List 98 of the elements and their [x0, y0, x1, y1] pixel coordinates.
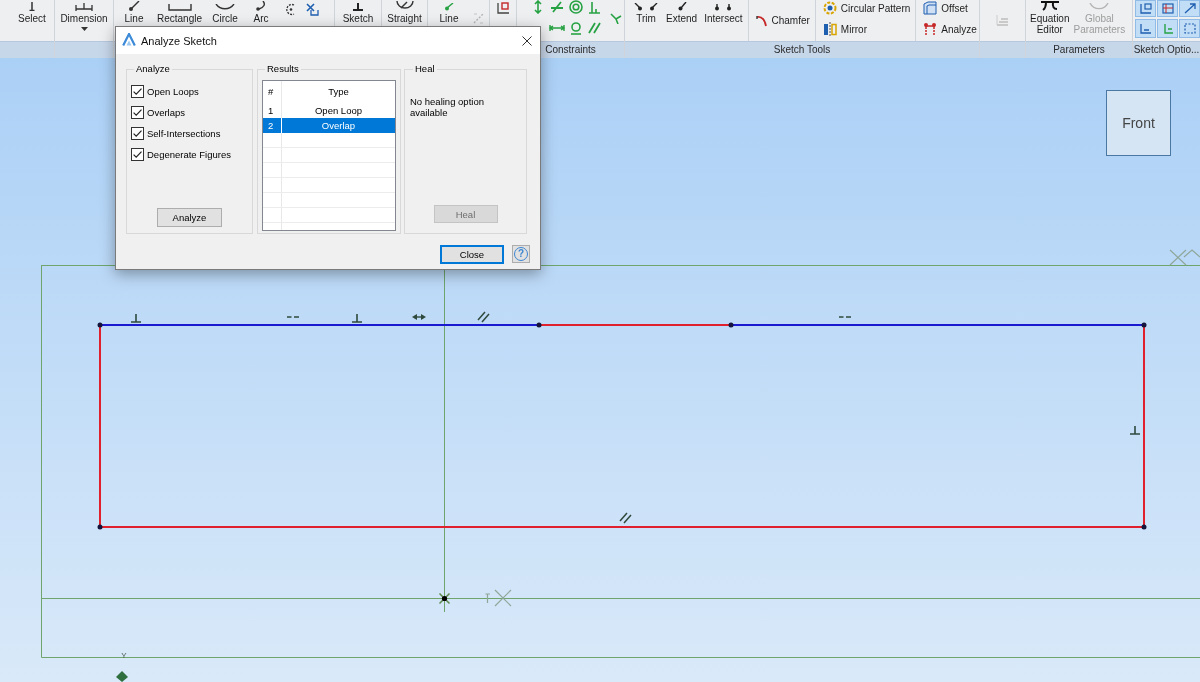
toggle-button[interactable]	[1157, 0, 1178, 17]
toggle-button[interactable]	[1135, 19, 1156, 38]
group-label: Analyze	[135, 63, 171, 75]
pins-icon	[923, 22, 938, 36]
table-cell: 2	[263, 118, 282, 133]
stem-icon	[29, 2, 35, 11]
dashes-icon[interactable]	[838, 316, 852, 318]
perpendicular-icon[interactable]	[588, 0, 601, 14]
tool-button[interactable]: Rectangle	[155, 0, 205, 24]
table-cell-text: Open Loop	[314, 104, 363, 118]
tool-button[interactable]: Extend	[664, 0, 700, 24]
corner-lines-icon	[1161, 23, 1174, 34]
tool-button[interactable]: Equation Editor	[1028, 0, 1072, 35]
sketch-profile[interactable]	[97, 322, 1147, 530]
parallel-icon[interactable]	[477, 311, 490, 323]
checkbox-label[interactable]: Open Loops	[147, 86, 199, 97]
curve-icon	[755, 14, 768, 27]
tangent-circle-icon[interactable]	[569, 21, 582, 35]
circular-pattern-icon	[822, 1, 837, 15]
crossed-bracket-icon[interactable]	[305, 3, 320, 16]
line-icon	[128, 1, 140, 11]
axis-label: Y	[121, 651, 127, 660]
tool-button[interactable]: Arc	[246, 0, 277, 24]
cross-marker-icon[interactable]	[484, 589, 512, 607]
tool-button[interactable]: Circular Pattern	[822, 0, 911, 16]
dialog-title: Analyze Sketch	[141, 34, 217, 47]
column-header: Type	[327, 85, 350, 99]
tool-button[interactable]: Intersect	[702, 0, 745, 24]
checkbox[interactable]	[131, 148, 144, 161]
tool-button[interactable]: Chamfer	[755, 12, 810, 29]
results-list[interactable]: # Type 1 Open Loop 2 Overlap	[262, 80, 396, 231]
heal-message: No healing option available	[410, 96, 485, 118]
table-row[interactable]: 2 Overlap	[263, 118, 395, 133]
dashes-icon[interactable]	[286, 316, 300, 318]
points-icon	[713, 4, 734, 11]
corner-square-icon[interactable]	[496, 2, 510, 14]
ribbon-group-label: Sketch Tools	[773, 42, 831, 57]
cross-marker-icon[interactable]	[1169, 249, 1200, 266]
line-icon	[676, 2, 687, 11]
checkbox-label[interactable]: Overlaps	[147, 107, 185, 118]
corner-square-icon	[1139, 3, 1152, 14]
checkbox[interactable]	[131, 85, 144, 98]
perpendicular-icon[interactable]	[130, 313, 142, 323]
tool-button[interactable]: Mirror	[822, 21, 911, 37]
toggle-button[interactable]	[1179, 19, 1200, 38]
double-arrow-icon[interactable]	[412, 314, 426, 320]
diagonal-arrow-icon	[1183, 3, 1196, 14]
origin-icon[interactable]	[438, 592, 451, 605]
checkbox[interactable]	[131, 106, 144, 119]
column-header: #	[263, 81, 282, 103]
tool-button[interactable]: Select	[16, 0, 48, 24]
close-dialog-button[interactable]: Close	[440, 245, 504, 264]
mirror-icon	[822, 22, 837, 36]
perpendicular-icon[interactable]	[351, 313, 363, 323]
tool-button[interactable]: Line	[119, 0, 149, 24]
analyze-button[interactable]: Analyze	[157, 208, 222, 227]
diamond-icon[interactable]	[116, 671, 128, 682]
formula-icon	[1038, 1, 1061, 11]
group-label: Heal	[414, 63, 436, 75]
tool-button[interactable]: Straight	[385, 0, 424, 24]
parallel-icon[interactable]	[619, 512, 632, 524]
arc-line-icon	[394, 1, 415, 11]
concentric-circles-icon[interactable]	[568, 0, 583, 14]
triangle-logo-icon	[122, 33, 136, 46]
offset-icon	[923, 1, 938, 15]
ribbon-group-label: Sketch Optio...	[1133, 42, 1200, 57]
toggle-button[interactable]	[1157, 19, 1178, 38]
view-cube-face[interactable]: Front	[1106, 90, 1171, 156]
slash-lines-icon[interactable]	[549, 1, 564, 13]
tool-button[interactable]: Line	[434, 0, 464, 24]
toggle-button[interactable]	[1179, 0, 1200, 17]
checkbox-label[interactable]: Self-Intersections	[147, 128, 221, 139]
arc-icon	[255, 1, 268, 11]
angled-lines-icon	[634, 3, 658, 11]
t-shape-icon	[352, 3, 364, 11]
ribbon-group-label: Parameters	[1053, 42, 1105, 57]
ribbon-group-label: Constraints	[545, 42, 596, 57]
corner-lines-icon	[1139, 23, 1152, 34]
horizontal-arrows-icon[interactable]	[548, 24, 565, 32]
tool-button[interactable]: Analyze	[923, 21, 977, 37]
vertical-arrows-icon[interactable]	[532, 0, 543, 14]
checkbox-label[interactable]: Degenerate Figures	[147, 149, 231, 160]
grid-square-icon	[1161, 3, 1174, 14]
dashed-square-icon	[1183, 23, 1196, 34]
group-label: Results	[266, 63, 300, 75]
checkbox[interactable]	[131, 127, 144, 140]
toggle-button[interactable]	[1135, 0, 1156, 17]
tool-button[interactable]: Sketch	[340, 0, 376, 24]
table-cell-text: Overlap	[320, 119, 357, 133]
tool-button[interactable]: Dimension	[58, 0, 110, 31]
dimension-icon	[75, 3, 93, 11]
close-icon	[522, 35, 532, 46]
perpendicular-icon[interactable]	[1129, 425, 1141, 435]
fork-icon[interactable]	[609, 11, 623, 24]
tool-button[interactable]: Circle	[210, 0, 241, 24]
tool-button[interactable]: Trim	[631, 0, 661, 24]
line-icon	[444, 3, 454, 11]
tool-button[interactable]: Offset	[923, 0, 977, 16]
